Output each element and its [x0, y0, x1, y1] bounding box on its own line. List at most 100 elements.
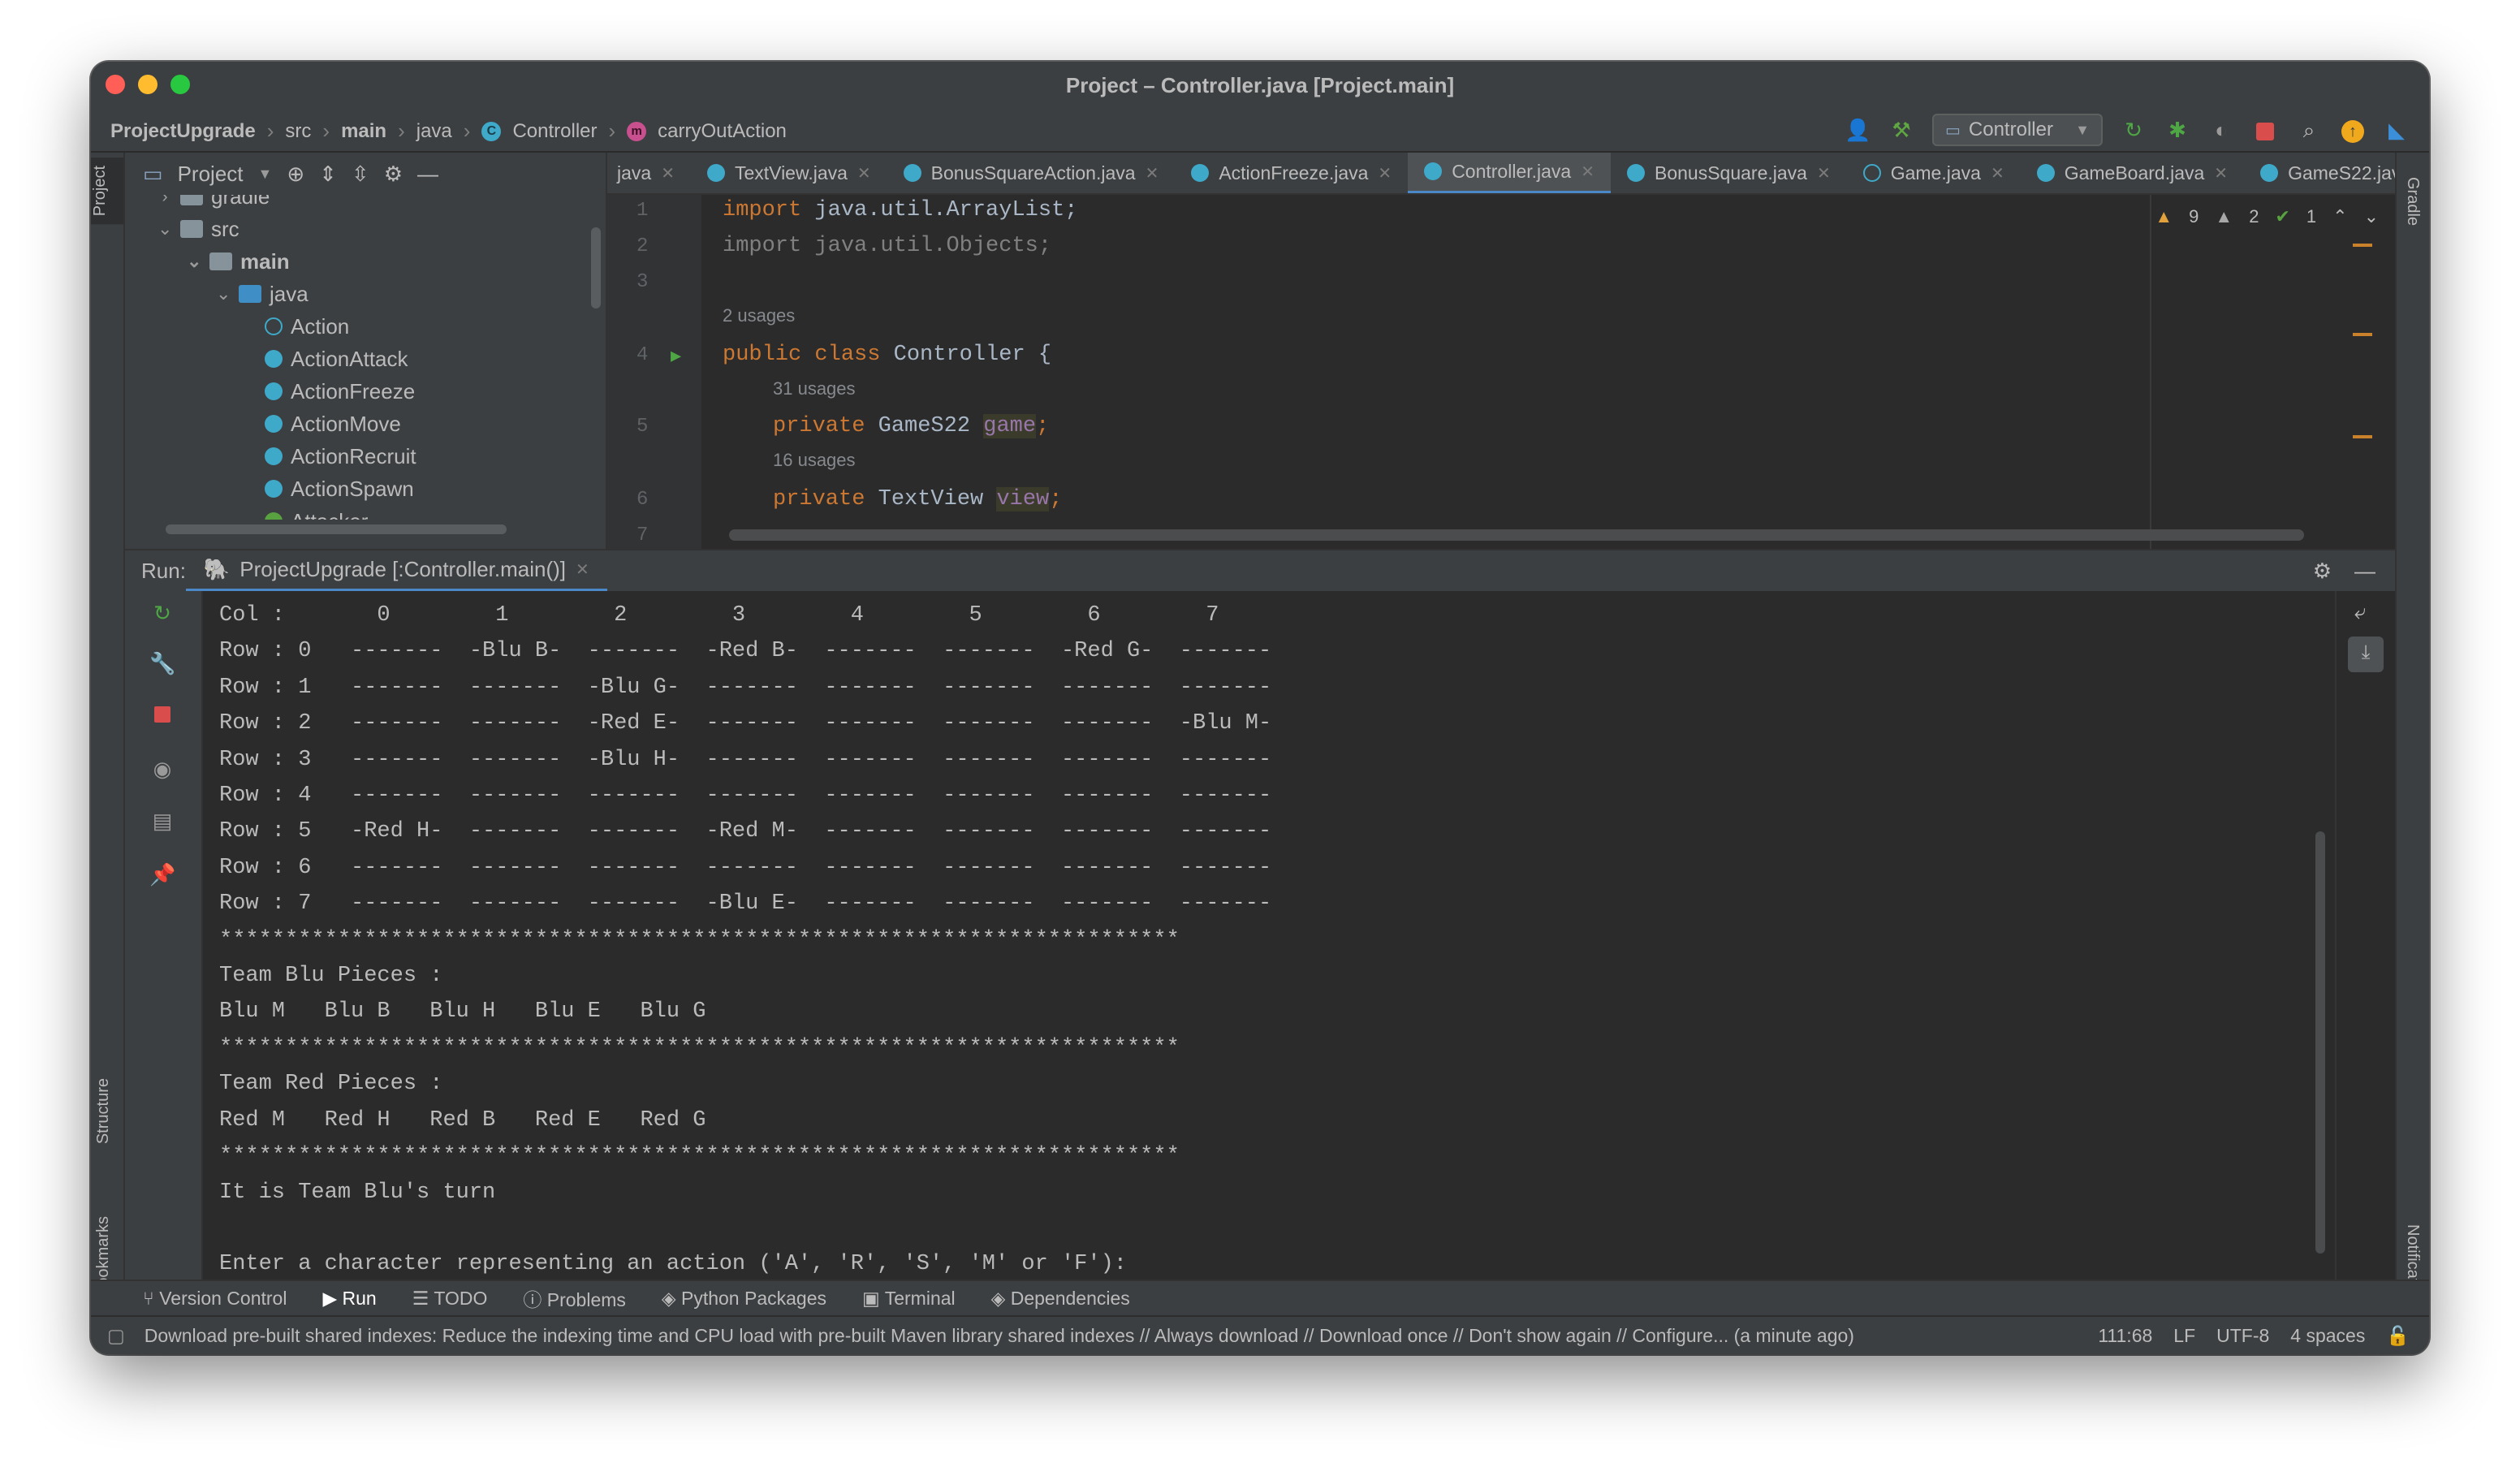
usages-hint[interactable]: 16 usages [773, 450, 856, 471]
run-console[interactable]: ⌄ Col : 0 1 2 3 4 5 6 7 Row : 0 ------- … [203, 591, 2395, 1280]
file-encoding[interactable]: UTF-8 [2216, 1325, 2269, 1347]
tool-windows-toggle-icon[interactable]: ▢ [107, 1325, 125, 1347]
tree-item-actionattack[interactable]: ActionAttack [265, 343, 408, 375]
tree-item-attacker[interactable]: Attacker [265, 505, 368, 520]
console-vertical-scrollbar[interactable] [2315, 831, 2325, 1254]
error-stripe-marker[interactable] [2353, 435, 2372, 438]
code-editor[interactable]: 1 2 3 4 ▶ 5 6 7 import java.util.ArrayLi… [607, 195, 2395, 549]
close-icon[interactable]: ✕ [661, 163, 675, 183]
tree-vertical-scrollbar[interactable] [591, 227, 601, 309]
chevron-up-icon[interactable]: ⌃ [2332, 206, 2347, 227]
tree-item-actionmove[interactable]: ActionMove [265, 408, 401, 440]
indent-setting[interactable]: 4 spaces [2290, 1325, 2365, 1347]
run-configuration-select[interactable]: ▭ Controller ▼ [1932, 114, 2103, 146]
breadcrumb-main[interactable]: main [341, 120, 386, 143]
tab-java[interactable]: java ✕ [607, 153, 691, 193]
close-icon[interactable]: ✕ [1146, 163, 1159, 183]
layers-icon: ◈ [990, 1287, 1011, 1309]
tab-game[interactable]: Game.java ✕ [1847, 153, 2021, 193]
collapse-all-icon[interactable]: ⇳ [352, 162, 369, 187]
chevron-down-icon[interactable]: ▼ [258, 166, 273, 183]
rerun-icon[interactable]: ↻ [149, 601, 175, 627]
project-tool-button[interactable]: Project [91, 158, 123, 225]
stop-icon[interactable] [2252, 117, 2278, 143]
tool-todo[interactable]: ☰ TODO [412, 1288, 488, 1310]
tree-item-main[interactable]: ⌄ main [187, 245, 290, 278]
coverage-icon[interactable]: ◐ [2208, 117, 2234, 143]
error-stripe-marker[interactable] [2353, 333, 2372, 336]
tree-item-action[interactable]: Action [265, 310, 349, 343]
user-icon[interactable]: 👤 [1845, 117, 1871, 143]
editor-horizontal-scrollbar[interactable] [729, 529, 2304, 541]
pin-icon[interactable]: 📌 [149, 862, 175, 888]
breadcrumb-project[interactable]: ProjectUpgrade [110, 120, 256, 143]
breadcrumb-controller[interactable]: Controller [512, 120, 597, 143]
update-icon[interactable]: ↑ [2340, 117, 2366, 144]
locate-target-icon[interactable]: ⊕ [287, 162, 304, 187]
search-icon[interactable]: ⌕ [2296, 117, 2322, 143]
close-icon[interactable]: ✕ [1378, 163, 1392, 183]
rerun-icon[interactable]: ↻ [2121, 117, 2147, 143]
tree-item-gradle[interactable]: › gradle [158, 195, 270, 213]
breadcrumb-java[interactable]: java [416, 120, 452, 143]
run-toolbar: ↻ 🔧 ◉ ▤ 📌 [125, 591, 203, 1280]
tool-label: Version Control [159, 1287, 287, 1309]
expand-all-icon[interactable]: ⇕ [319, 162, 337, 187]
status-message[interactable]: Download pre-built shared indexes: Reduc… [145, 1325, 2079, 1347]
line-separator[interactable]: LF [2173, 1325, 2195, 1347]
close-icon[interactable]: ✕ [2214, 163, 2228, 183]
tree-item-java[interactable]: ⌄ java [216, 278, 309, 310]
tab-bonussquareaction[interactable]: BonusSquareAction.java ✕ [887, 153, 1176, 193]
close-icon[interactable]: ✕ [576, 559, 589, 580]
close-icon[interactable]: ✕ [1817, 163, 1831, 183]
error-stripe-marker[interactable] [2353, 244, 2372, 247]
tree-item-src[interactable]: ⌄ src [158, 213, 239, 245]
tool-version-control[interactable]: ⑂ Version Control [143, 1288, 287, 1310]
scroll-to-end-icon[interactable]: ⤓ [2348, 637, 2384, 672]
close-icon[interactable]: ✕ [1991, 163, 2004, 183]
breadcrumb-src[interactable]: src [285, 120, 311, 143]
tab-games22[interactable]: GameS22.java ✕ [2244, 153, 2395, 193]
usages-hint[interactable]: 2 usages [723, 305, 795, 326]
tree-item-actionrecruit[interactable]: ActionRecruit [265, 440, 416, 473]
tab-controller[interactable]: Controller.java ✕ [1408, 153, 1611, 193]
close-icon[interactable]: ✕ [857, 163, 871, 183]
gear-icon[interactable]: ⚙ [384, 162, 403, 187]
tab-actionfreeze[interactable]: ActionFreeze.java ✕ [1175, 153, 1408, 193]
lock-icon[interactable]: 🔓 [2386, 1325, 2410, 1347]
usages-hint[interactable]: 31 usages [773, 378, 856, 399]
run-gutter-icon[interactable]: ▶ [671, 346, 681, 367]
tab-gameboard[interactable]: GameBoard.java ✕ [2021, 153, 2244, 193]
debug-bug-icon[interactable]: ✱ [2164, 117, 2190, 143]
gradle-tool-button[interactable]: Gradle [2403, 177, 2422, 226]
tree-item-actionfreeze[interactable]: ActionFreeze [265, 375, 415, 408]
close-icon[interactable]: ✕ [1581, 162, 1594, 182]
chevron-down-icon[interactable]: ⌄ [2364, 206, 2379, 227]
tab-textview[interactable]: TextView.java ✕ [691, 153, 887, 193]
structure-tool-button[interactable]: Structure [94, 1078, 113, 1144]
wrench-icon[interactable]: 🔧 [149, 651, 175, 677]
gear-icon[interactable]: ⚙ [2313, 559, 2354, 584]
caret-position[interactable]: 111:68 [2098, 1325, 2152, 1347]
tool-python-packages[interactable]: ◈ Python Packages [662, 1288, 826, 1310]
tool-terminal[interactable]: ▣ Terminal [862, 1288, 956, 1310]
inspection-widget[interactable]: ▲ 9 ▲ 2 ✔ 1 ⌃ ⌄ [2155, 206, 2379, 227]
code-text: import java.util.Objects; [723, 234, 1052, 258]
tool-problems[interactable]: ⓘ Problems [523, 1284, 626, 1312]
run-tab[interactable]: 🐘 ProjectUpgrade [:Controller.main()] ✕ [185, 550, 607, 592]
plugin-logo-icon[interactable]: ◣ [2384, 117, 2410, 143]
soft-wrap-icon[interactable]: ⤶ [2354, 601, 2367, 625]
layout-icon[interactable]: ▤ [149, 809, 175, 835]
tool-dependencies[interactable]: ◈ Dependencies [991, 1288, 1130, 1310]
stop-icon[interactable] [149, 703, 175, 729]
tool-run[interactable]: ▶ Run [322, 1288, 376, 1310]
eye-icon[interactable]: ◉ [149, 757, 175, 783]
project-panel-title[interactable]: Project [178, 162, 244, 187]
breadcrumb-method[interactable]: carryOutAction [658, 120, 787, 143]
tree-item-actionspawn[interactable]: ActionSpawn [265, 473, 414, 505]
build-hammer-icon[interactable]: ⚒ [1888, 117, 1914, 143]
tree-horizontal-scrollbar[interactable] [166, 524, 507, 534]
hide-panel-icon[interactable]: — [2354, 559, 2395, 584]
tab-bonussquare[interactable]: BonusSquare.java ✕ [1611, 153, 1847, 193]
hide-panel-icon[interactable]: — [417, 162, 438, 187]
